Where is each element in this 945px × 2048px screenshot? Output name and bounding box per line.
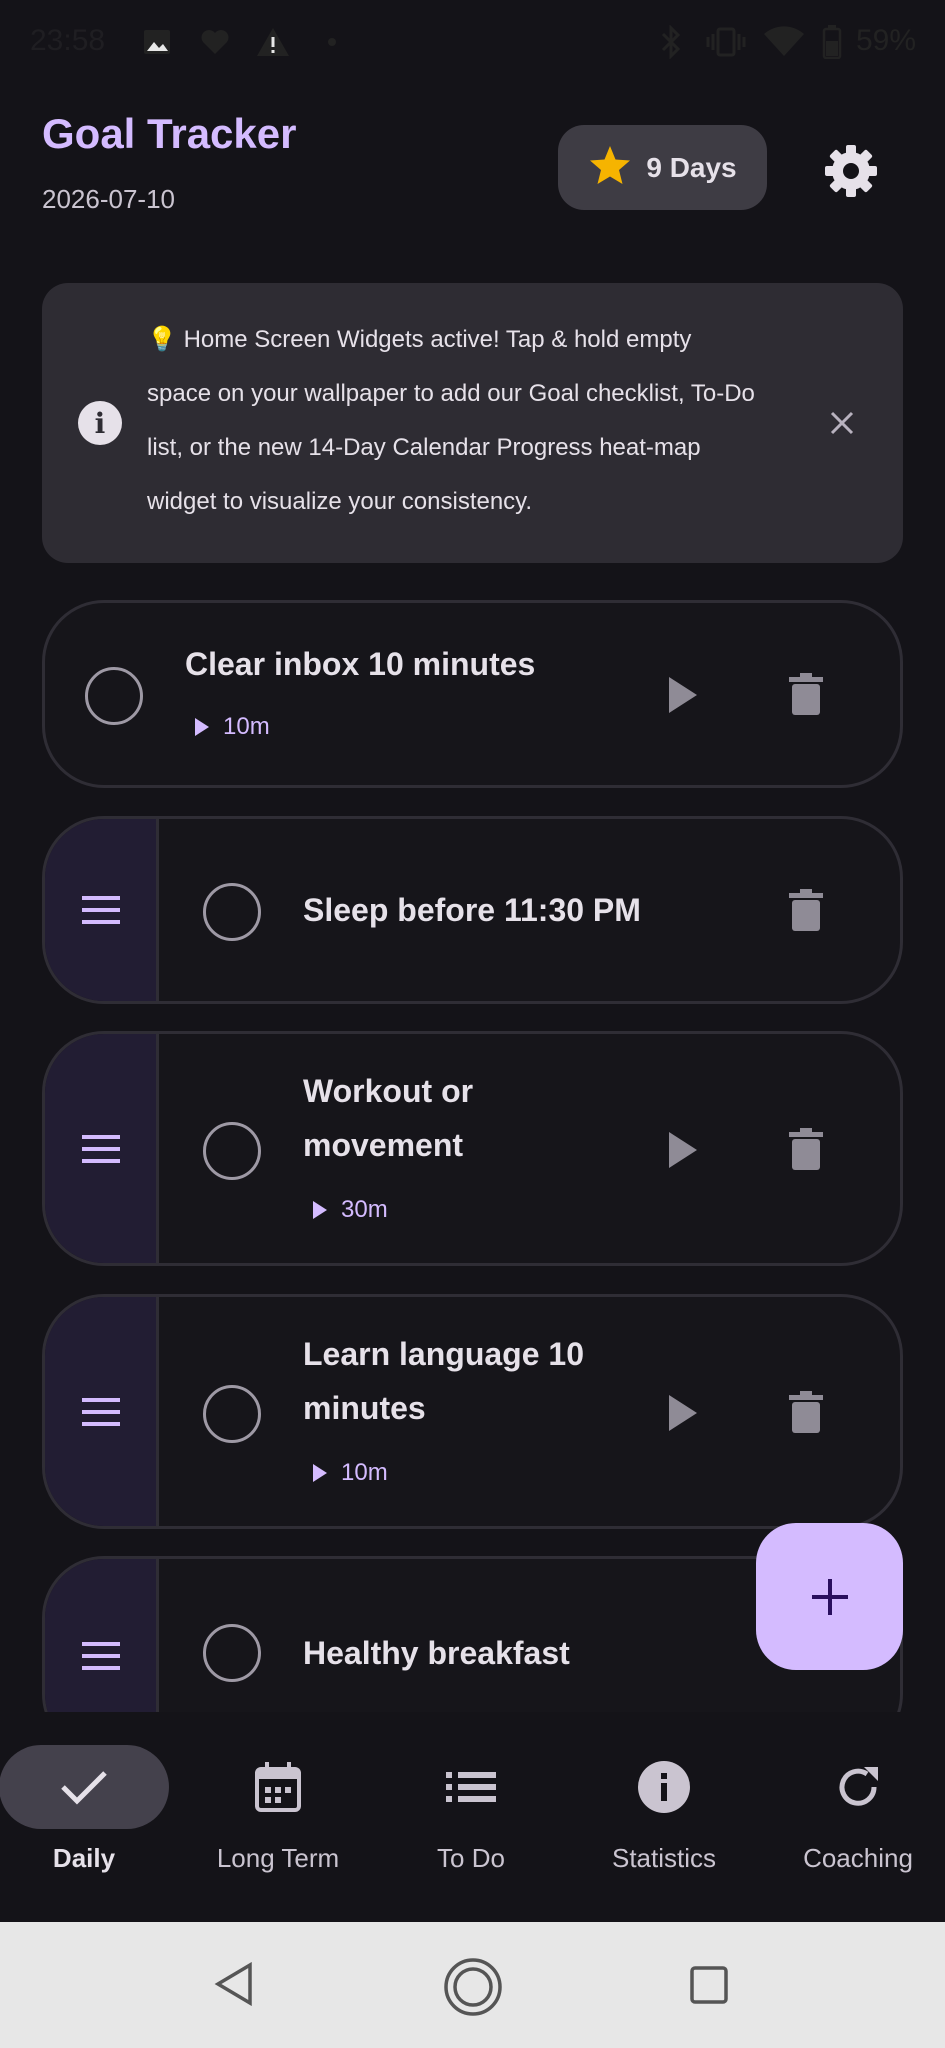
streak-label: 9 Days: [646, 151, 737, 183]
goal-checkbox[interactable]: [203, 1122, 261, 1180]
goal-name: Learn language 10 minutes: [303, 1336, 584, 1426]
streak-badge[interactable]: 9 Days: [558, 125, 767, 210]
dot-icon: [324, 22, 340, 62]
wifi-icon: [762, 22, 806, 62]
goal-duration: 30m: [313, 1196, 388, 1224]
info-icon: i: [78, 401, 122, 445]
nav-label: Statistics: [611, 1843, 717, 1873]
check-icon: [0, 1745, 169, 1829]
bluetooth-icon: [656, 22, 686, 62]
goal-card[interactable]: Clear inbox 10 minutes 10m: [42, 600, 903, 788]
nav-statistics[interactable]: Statistics: [574, 1745, 754, 1885]
duration-label: 30m: [341, 1196, 388, 1223]
drag-handle-icon: [81, 1134, 120, 1163]
goal-name: Healthy breakfast: [303, 1635, 570, 1671]
drag-handle[interactable]: [45, 819, 159, 1001]
nav-daily[interactable]: Daily: [0, 1745, 174, 1885]
goal-checkbox[interactable]: [203, 1385, 261, 1443]
goal-duration: 10m: [195, 713, 270, 741]
banner-text: 💡 Home Screen Widgets active! Tap & hold…: [147, 313, 757, 529]
drag-handle[interactable]: [45, 1559, 159, 1712]
nav-to-do[interactable]: To Do: [381, 1745, 561, 1885]
back-icon[interactable]: [214, 1961, 254, 2011]
battery-icon: [820, 22, 844, 62]
goal-card[interactable]: Sleep before 11:30 PM: [42, 816, 903, 1004]
current-date: 2026-07-10: [42, 184, 175, 214]
play-small-icon: [313, 1464, 327, 1482]
drag-handle[interactable]: [45, 1297, 159, 1526]
system-navigation-bar: [0, 1922, 945, 2048]
recents-icon[interactable]: [690, 1966, 728, 2009]
goal-name: Sleep before 11:30 PM: [303, 892, 641, 928]
goal-duration: 10m: [313, 1459, 388, 1487]
banner-message: Home Screen Widgets active! Tap & hold e…: [147, 326, 755, 515]
status-bar: 23:58 59%: [0, 0, 945, 86]
status-time: 23:58: [30, 24, 106, 57]
heart-icon: [198, 22, 232, 62]
nav-coaching[interactable]: Coaching: [768, 1745, 945, 1885]
star-icon: [588, 144, 632, 191]
battery-percent: 59%: [856, 24, 917, 57]
nav-label: Coaching: [803, 1843, 913, 1873]
gear-icon[interactable]: [820, 140, 882, 202]
vibrate-icon: [706, 22, 746, 62]
nav-label: To Do: [437, 1843, 505, 1873]
image-icon: [140, 22, 174, 62]
goal-card[interactable]: Workout or movement 30m: [42, 1031, 903, 1266]
nav-long-term[interactable]: Long Term: [188, 1745, 368, 1885]
home-icon[interactable]: [443, 1957, 503, 2022]
drag-handle[interactable]: [45, 1034, 159, 1263]
goal-name: Clear inbox 10 minutes: [185, 646, 536, 682]
drag-handle-icon: [81, 1642, 120, 1670]
widget-info-banner: i 💡 Home Screen Widgets active! Tap & ho…: [42, 283, 903, 563]
add-goal-button[interactable]: [756, 1523, 903, 1670]
nav-label: Daily: [52, 1843, 116, 1873]
play-icon[interactable]: [667, 675, 707, 719]
warning-icon: [254, 22, 292, 62]
goal-checkbox[interactable]: [203, 883, 261, 941]
drag-handle-icon: [81, 896, 120, 924]
play-icon[interactable]: [667, 1393, 707, 1437]
duration-label: 10m: [341, 1459, 388, 1486]
nav-label: Long Term: [216, 1843, 340, 1873]
refresh-icon: [773, 1745, 943, 1829]
app-title: Goal Tracker: [42, 110, 297, 157]
calendar-icon: [193, 1745, 363, 1829]
info-icon: [579, 1745, 749, 1829]
goal-checkbox[interactable]: [203, 1624, 261, 1682]
play-small-icon: [195, 718, 209, 736]
play-small-icon: [313, 1201, 327, 1219]
goal-card[interactable]: Learn language 10 minutes 10m: [42, 1294, 903, 1529]
plus-icon: [811, 1578, 848, 1615]
trash-icon[interactable]: [789, 673, 823, 715]
duration-label: 10m: [223, 713, 270, 740]
trash-icon[interactable]: [789, 1128, 823, 1170]
goal-name: Workout or movement: [303, 1073, 474, 1163]
close-icon[interactable]: [822, 403, 862, 443]
goal-checkbox[interactable]: [85, 667, 143, 725]
lightbulb-icon: 💡: [147, 326, 177, 353]
drag-handle-icon: [81, 1397, 120, 1426]
list-icon: [386, 1745, 556, 1829]
trash-icon[interactable]: [789, 1391, 823, 1433]
play-icon[interactable]: [667, 1130, 707, 1174]
trash-icon[interactable]: [789, 889, 823, 931]
